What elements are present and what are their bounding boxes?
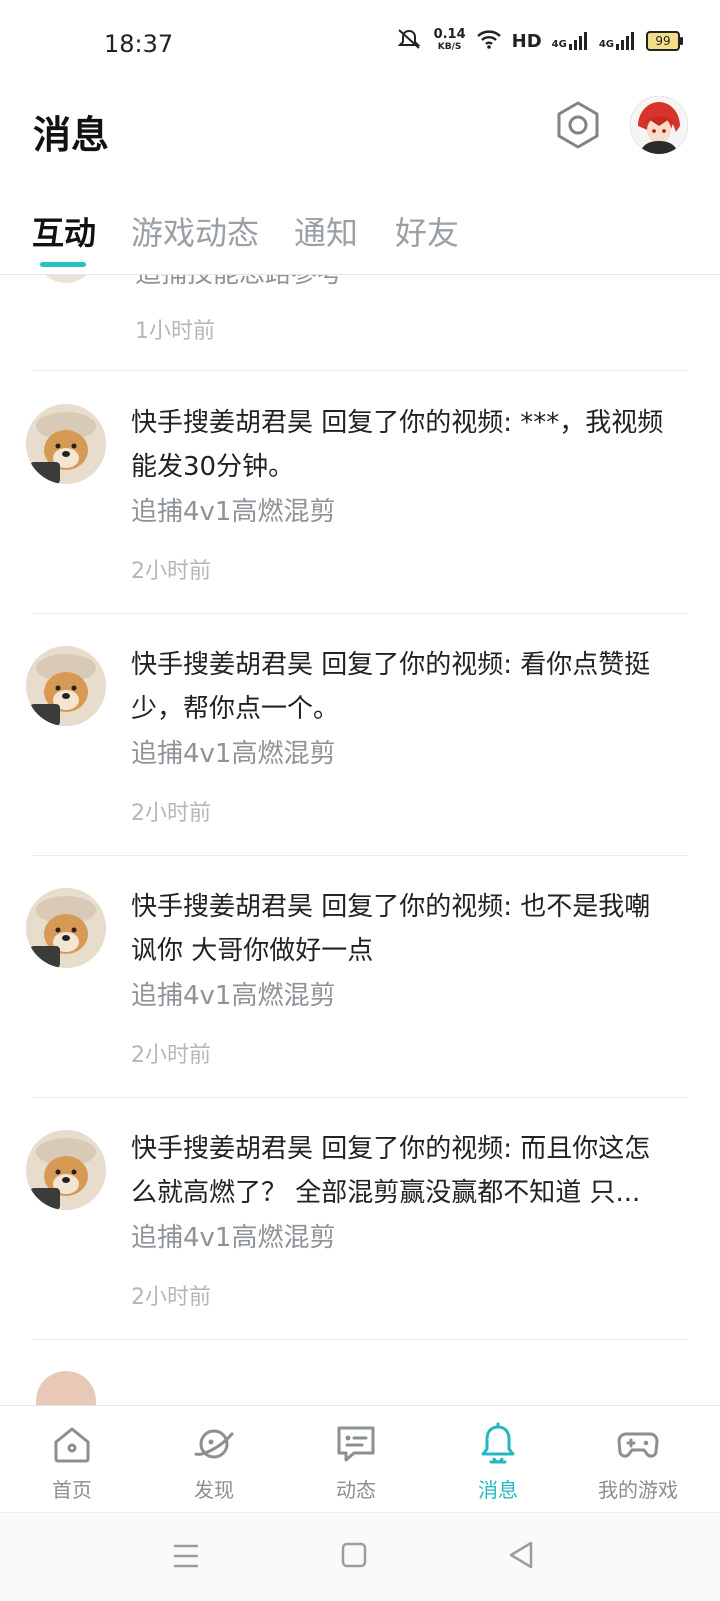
nav-my-games-label: 我的游戏 xyxy=(598,1478,678,1502)
item-time: 2小时前 xyxy=(131,1043,211,1068)
nav-home-label: 首页 xyxy=(52,1478,92,1502)
avatar xyxy=(36,1371,96,1405)
nav-my-games[interactable]: 我的游戏 xyxy=(566,1406,710,1513)
back-icon[interactable] xyxy=(508,1541,534,1569)
avatar xyxy=(26,404,106,484)
nav-feed-label: 动态 xyxy=(336,1478,376,1502)
page-title: 消息 xyxy=(33,113,110,157)
status-time: 18:37 xyxy=(104,30,174,58)
battery-icon: 99 xyxy=(646,31,683,51)
home-square-icon[interactable] xyxy=(341,1542,367,1568)
item-message: 快手搜姜胡君昊 回复了你的视频: 而且你这怎么就高燃了？ 全部混剪赢没赢都不知道… xyxy=(131,1134,651,1208)
divider xyxy=(32,1339,688,1340)
menu-icon[interactable] xyxy=(172,1543,200,1569)
tab-game-news[interactable]: 游戏动态 xyxy=(131,208,259,254)
home-icon xyxy=(54,1427,90,1463)
dog-avatar-image xyxy=(26,404,106,484)
gamepad-icon xyxy=(617,1432,659,1458)
item-topic: 追捕4v1高燃混剪 xyxy=(131,497,336,527)
chat-icon xyxy=(337,1426,375,1462)
item-time: 2小时前 xyxy=(131,559,211,584)
nav-discover[interactable]: 发现 xyxy=(142,1406,286,1513)
dog-avatar-image xyxy=(26,888,106,968)
list-item[interactable]: 快手搜姜胡君昊 回复了你的视频: 看你点赞挺少，帮你点一个。 追捕4v1高燃混剪… xyxy=(0,613,720,856)
nav-messages[interactable]: 消息 xyxy=(426,1406,570,1513)
nav-discover-label: 发现 xyxy=(194,1478,234,1502)
bottom-navigation: 首页 发现 动态 消息 我的游戏 xyxy=(0,1405,720,1513)
avatar-image xyxy=(630,96,688,154)
settings-hex-icon xyxy=(557,101,599,149)
signal-icon-1: 4G xyxy=(552,32,589,50)
system-navigation-bar xyxy=(0,1512,720,1601)
settings-button[interactable] xyxy=(553,100,603,150)
dog-avatar-image xyxy=(26,646,106,726)
nav-feed[interactable]: 动态 xyxy=(284,1406,428,1513)
tab-friends[interactable]: 好友 xyxy=(395,208,459,254)
item-topic: 追捕4v1高燃混剪 xyxy=(131,981,336,1011)
nav-home[interactable]: 首页 xyxy=(0,1406,144,1513)
user-avatar-button[interactable] xyxy=(630,96,688,154)
tab-active-indicator xyxy=(40,262,86,267)
item-message: 快手搜姜胡君昊 回复了你的视频: 也不是我嘲讽你 大哥你做好一点 xyxy=(131,892,651,966)
item-time: 2小时前 xyxy=(131,801,211,826)
item-time: 2小时前 xyxy=(131,1285,211,1310)
avatar xyxy=(26,888,106,968)
item-message: 快手搜姜胡君昊 回复了你的视频: 看你点赞挺少，帮你点一个。 xyxy=(131,650,651,724)
tab-notifications[interactable]: 通知 xyxy=(294,208,358,254)
header: 消息 xyxy=(0,90,720,170)
list-item[interactable]: 快手搜姜胡君昊 回复了你的视频: 也不是我嘲讽你 大哥你做好一点 追捕4v1高燃… xyxy=(0,855,720,1098)
item-time: 1小时前 xyxy=(135,319,215,344)
item-topic: 追捕4v1高燃混剪 xyxy=(131,739,336,769)
tab-bar: 互动 游戏动态 通知 好友 xyxy=(0,190,720,275)
hd-label: HD xyxy=(511,30,542,52)
list-item[interactable]: 快手搜姜胡君昊 回复了你的视频: ***，我视频能发30分钟。 追捕4v1高燃混… xyxy=(0,371,720,614)
item-topic: 追捕技能思路参考 xyxy=(135,275,343,290)
avatar xyxy=(26,646,106,726)
tab-interaction[interactable]: 互动 xyxy=(32,208,96,254)
status-icons: 0.14 KB/S HD 4G 4G 99 xyxy=(394,27,683,54)
net-speed: 0.14 KB/S xyxy=(433,27,466,52)
item-message: 快手搜姜胡君昊 回复了你的视频: ***，我视频能发30分钟。 xyxy=(131,408,664,482)
message-feed[interactable]: 追捕技能思路参考 1小时前 快手搜姜胡君昊 回复了你的视频: ***，我视频能发… xyxy=(0,275,720,1405)
bell-icon xyxy=(481,1422,515,1464)
wifi-icon xyxy=(476,29,502,53)
signal-icon-2: 4G xyxy=(599,32,636,50)
dog-avatar-image xyxy=(26,1130,106,1210)
avatar xyxy=(36,275,96,283)
list-item[interactable]: 快手搜姜胡君昊 回复了你的视频: 而且你这怎么就高燃了？ 全部混剪赢没赢都不知道… xyxy=(0,1097,720,1340)
planet-icon xyxy=(194,1429,234,1459)
nav-messages-label: 消息 xyxy=(478,1478,518,1502)
item-topic: 追捕4v1高燃混剪 xyxy=(131,1223,336,1253)
status-bar: 18:37 0.14 KB/S HD 4G 4G 99 xyxy=(0,0,720,90)
avatar xyxy=(26,1130,106,1210)
mute-icon xyxy=(394,28,424,54)
